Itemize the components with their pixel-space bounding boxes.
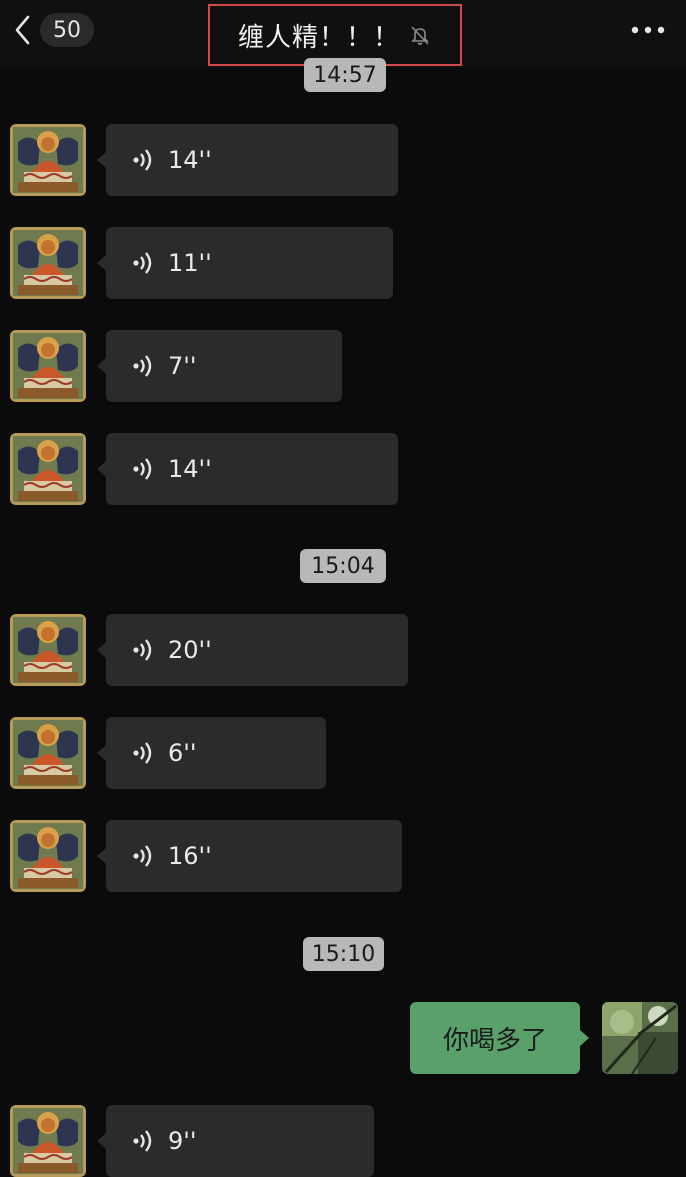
voice-message[interactable]: 7''	[97, 330, 342, 402]
contact-avatar[interactable]	[10, 614, 86, 686]
voice-wave-icon	[132, 843, 156, 869]
chevron-left-icon[interactable]	[14, 15, 30, 45]
voice-duration: 14''	[168, 455, 212, 483]
voice-message[interactable]: 16''	[97, 820, 402, 892]
contact-avatar[interactable]	[10, 227, 86, 299]
voice-duration: 16''	[168, 842, 212, 870]
contact-avatar[interactable]	[10, 330, 86, 402]
contact-avatar[interactable]	[10, 1105, 86, 1177]
voice-message[interactable]: 9''	[97, 1105, 374, 1177]
voice-wave-icon	[132, 1128, 156, 1154]
voice-message[interactable]: 14''	[97, 433, 398, 505]
more-options-button[interactable]	[628, 16, 668, 44]
voice-wave-icon	[132, 353, 156, 379]
voice-wave-icon	[132, 147, 156, 173]
back-button[interactable]: 50	[14, 12, 110, 48]
voice-wave-icon	[132, 740, 156, 766]
voice-message[interactable]: 20''	[97, 614, 408, 686]
contact-avatar[interactable]	[10, 433, 86, 505]
voice-message[interactable]: 14''	[97, 124, 398, 196]
voice-wave-icon	[132, 250, 156, 276]
timestamp: 14:57	[304, 58, 386, 92]
voice-duration: 14''	[168, 146, 212, 174]
voice-message[interactable]: 11''	[97, 227, 393, 299]
more-dots-icon	[631, 26, 665, 34]
message-text: 你喝多了	[442, 1025, 547, 1056]
unread-count-badge[interactable]: 50	[40, 13, 94, 47]
voice-duration: 7''	[168, 352, 197, 380]
voice-wave-icon	[132, 456, 156, 482]
voice-duration: 9''	[168, 1127, 197, 1155]
timestamp: 15:10	[303, 937, 384, 971]
outgoing-text-message[interactable]: 你喝多了	[410, 1002, 589, 1074]
contact-avatar[interactable]	[10, 124, 86, 196]
bell-off-icon	[408, 23, 432, 47]
voice-duration: 11''	[168, 249, 212, 277]
chat-title-highlight: 缠人精！！！	[208, 4, 462, 66]
timestamp: 15:04	[300, 549, 386, 583]
contact-avatar[interactable]	[10, 717, 86, 789]
voice-wave-icon	[132, 637, 156, 663]
voice-message[interactable]: 6''	[97, 717, 326, 789]
voice-duration: 20''	[168, 636, 212, 664]
chat-title[interactable]: 缠人精！！！	[238, 17, 400, 54]
voice-duration: 6''	[168, 739, 197, 767]
contact-avatar[interactable]	[10, 820, 86, 892]
my-avatar[interactable]	[602, 1002, 678, 1074]
